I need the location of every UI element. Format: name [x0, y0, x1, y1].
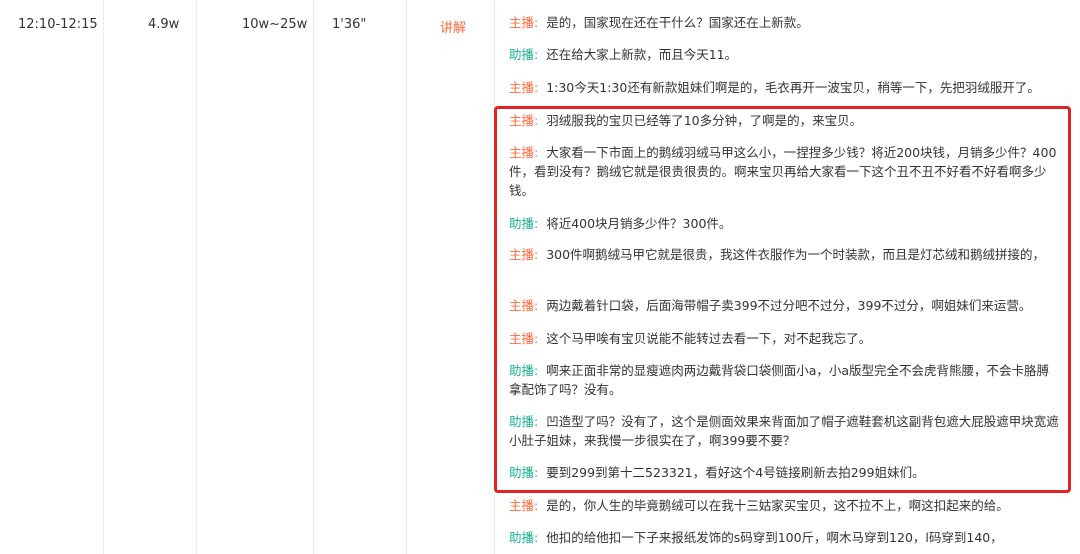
transcript-text: 他扣的给他扣一下子来报纸发饰的s码穿到100斤，啊木马穿到120，l码穿到140…	[546, 530, 1003, 545]
speaker-label: 主播	[509, 80, 535, 95]
column-divider	[313, 0, 314, 554]
speaker-label: 主播	[509, 498, 535, 513]
transcript-line: 助播: 还在给大家上新款，而且今天11。	[509, 47, 738, 62]
duration-cell: 1'36"	[332, 17, 367, 32]
transcript-text: 还在给大家上新款，而且今天11。	[546, 47, 738, 62]
transcript-line: 主播: 1:30今天1:30还有新款姐妹们啊是的，毛衣再开一波宝贝，稍等一下，先…	[509, 80, 1040, 95]
time-range-cell: 12:10-12:15	[18, 17, 98, 32]
speaker-label: 主播	[509, 15, 535, 30]
transcript-text: 是的，国家现在还在干什么？国家还在上新款。	[546, 15, 809, 30]
column-divider	[406, 0, 407, 554]
transcript-line: 主播: 是的，国家现在还在干什么？国家还在上新款。	[509, 15, 809, 30]
range-cell: 10w~25w	[242, 17, 308, 32]
transcript-text: 1:30今天1:30还有新款姐妹们啊是的，毛衣再开一波宝贝，稍等一下，先把羽绒服…	[546, 80, 1040, 95]
segment-type-cell: 讲解	[440, 21, 467, 36]
transcript-line: 助播: 他扣的给他扣一下子来报纸发饰的s码穿到100斤，啊木马穿到120，l码穿…	[509, 530, 1003, 545]
column-divider	[196, 0, 197, 554]
transcript-line: 主播: 是的，你人生的毕竟鹅绒可以在我十三姑家买宝贝，这不拉不上，啊这扣起来的给…	[509, 498, 1009, 513]
highlight-box	[494, 106, 1071, 493]
viewer-count-cell: 4.9w	[148, 17, 180, 32]
column-divider	[103, 0, 104, 554]
speaker-label: 助播	[509, 47, 535, 62]
transcript-text: 是的，你人生的毕竟鹅绒可以在我十三姑家买宝贝，这不拉不上，啊这扣起来的给。	[546, 498, 1009, 513]
speaker-label: 助播	[509, 530, 535, 545]
